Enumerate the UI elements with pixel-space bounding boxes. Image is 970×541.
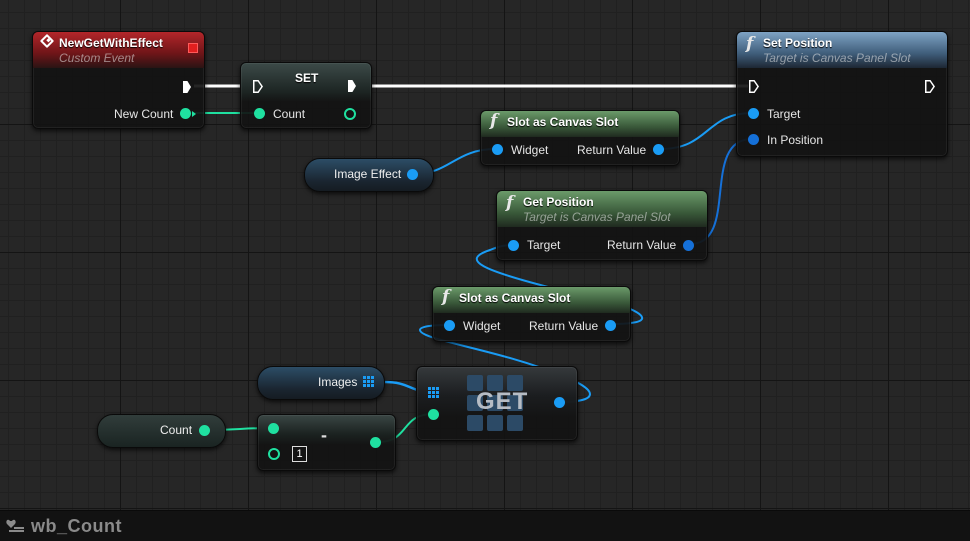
get-position-target-label: Target — [527, 238, 561, 252]
slot-as-canvas-slot-title-1: Slot as Canvas Slot — [507, 115, 619, 129]
widget-blueprint-icon — [6, 519, 24, 532]
subtract-node[interactable]: 1 - — [257, 414, 396, 471]
set-count-pin-label: Count — [273, 107, 306, 121]
get-position-target-pin[interactable] — [508, 240, 519, 251]
new-count-pin-label: New Count — [114, 107, 174, 121]
slot-as-canvas-slot-node-2[interactable]: f Slot as Canvas Slot Widget Return Valu… — [432, 286, 631, 342]
set-position-target-pin[interactable] — [748, 108, 759, 119]
set-count-input-pin[interactable] — [254, 108, 265, 119]
get-position-subtitle: Target is Canvas Panel Slot — [523, 210, 671, 224]
slot-as-canvas-slot-title-2: Slot as Canvas Slot — [459, 291, 571, 305]
set-position-in-position-pin[interactable] — [748, 134, 759, 145]
array-grid-icon[interactable] — [428, 387, 439, 398]
function-f-icon: f — [746, 34, 754, 54]
set-position-header[interactable]: f Set Position Target is Canvas Panel Sl… — [737, 32, 947, 68]
set-position-node[interactable]: f Set Position Target is Canvas Panel Sl… — [736, 31, 948, 157]
custom-event-subtitle: Custom Event — [59, 51, 135, 65]
slot-as-canvas-slot-node-1[interactable]: f Slot as Canvas Slot Widget Return Valu… — [480, 110, 680, 166]
image-effect-variable-node[interactable]: Image Effect — [304, 158, 434, 192]
get-position-node[interactable]: f Get Position Target is Canvas Panel Sl… — [496, 190, 708, 261]
delegate-pin-icon[interactable] — [188, 43, 198, 53]
image-effect-label: Image Effect — [334, 167, 402, 181]
new-count-output-pin[interactable] — [180, 108, 191, 119]
custom-event-diamond-icon — [39, 33, 55, 49]
slot2-widget-input-pin[interactable] — [444, 320, 455, 331]
function-f-icon: f — [506, 193, 514, 213]
get-position-title: Get Position — [523, 195, 594, 209]
slot1-widget-label: Widget — [511, 143, 549, 157]
image-effect-output-pin[interactable] — [407, 169, 418, 180]
subtract-b-input-pin[interactable] — [268, 448, 280, 460]
images-variable-node[interactable]: Images — [257, 366, 385, 400]
get-output-pin[interactable] — [554, 397, 565, 408]
subtract-a-input-pin[interactable] — [268, 423, 279, 434]
slot2-return-label: Return Value — [529, 319, 599, 333]
set-position-target-label: Target — [767, 107, 801, 121]
get-index-input-pin[interactable] — [428, 409, 439, 420]
array-grid-icon[interactable] — [363, 376, 374, 387]
slot1-widget-input-pin[interactable] — [492, 144, 503, 155]
slot1-return-label: Return Value — [577, 143, 647, 157]
slot2-return-output-pin[interactable] — [605, 320, 616, 331]
set-node-title: SET — [295, 71, 319, 85]
get-position-return-output-pin[interactable] — [683, 240, 694, 251]
array-get-title: GET — [476, 388, 529, 415]
pin-arrow-icon — [192, 111, 196, 117]
count-output-pin[interactable] — [199, 425, 210, 436]
set-position-in-position-label: In Position — [767, 133, 824, 147]
set-node[interactable]: SET Count — [240, 62, 372, 129]
blueprint-graph-canvas[interactable]: NewGetWithEffect Custom Event New Count … — [0, 0, 970, 510]
custom-event-title: NewGetWithEffect — [59, 36, 163, 50]
blueprint-name: wb_Count — [31, 516, 122, 536]
subtract-symbol: - — [321, 425, 327, 445]
function-f-icon: f — [490, 111, 498, 131]
blueprint-name-bar: wb_Count — [0, 510, 970, 541]
set-count-output-pin[interactable] — [344, 108, 356, 120]
get-position-header[interactable]: f Get Position Target is Canvas Panel Sl… — [497, 191, 707, 227]
count-label: Count — [160, 423, 193, 437]
subtract-output-pin[interactable] — [370, 437, 381, 448]
function-f-icon: f — [442, 287, 450, 307]
slot-as-canvas-slot-header-1[interactable]: f Slot as Canvas Slot — [481, 111, 679, 137]
images-label: Images — [318, 375, 358, 389]
custom-event-header[interactable]: NewGetWithEffect Custom Event — [33, 32, 204, 68]
slot1-return-output-pin[interactable] — [653, 144, 664, 155]
set-position-subtitle: Target is Canvas Panel Slot — [763, 51, 911, 65]
custom-event-node[interactable]: NewGetWithEffect Custom Event New Count — [32, 31, 205, 129]
count-variable-node[interactable]: Count — [97, 414, 226, 448]
slot-as-canvas-slot-header-2[interactable]: f Slot as Canvas Slot — [433, 287, 630, 313]
subtract-b-literal-field[interactable]: 1 — [292, 446, 307, 462]
slot2-widget-label: Widget — [463, 319, 501, 333]
set-position-title: Set Position — [763, 36, 833, 50]
get-position-return-label: Return Value — [607, 238, 677, 252]
array-get-node[interactable]: GET — [416, 366, 578, 441]
